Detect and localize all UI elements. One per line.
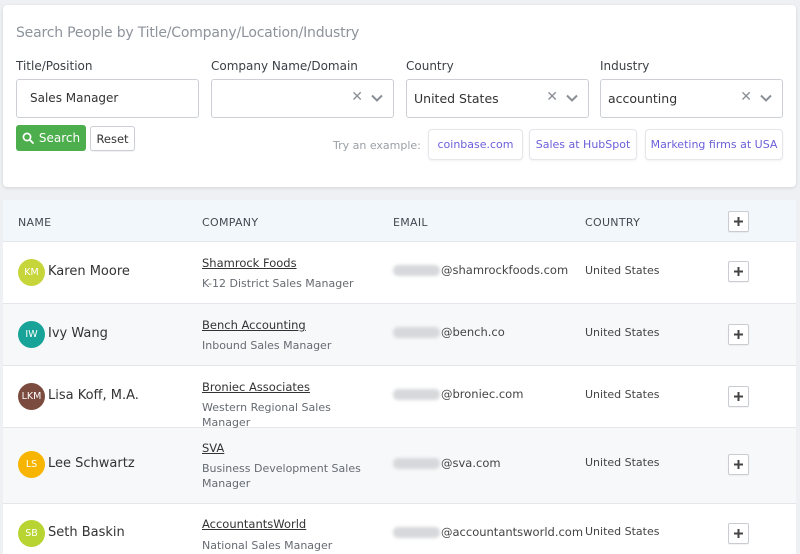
job-title: Business Development Sales Manager — [202, 462, 361, 490]
table-row[interactable]: LS Lee Schwartz SVA Business Development… — [3, 428, 796, 504]
clear-icon[interactable]: ✕ — [351, 89, 363, 105]
column-header-company: COMPANY — [202, 216, 259, 229]
job-title: National Sales Manager — [202, 539, 333, 552]
email-masked — [393, 526, 440, 538]
plus-icon — [734, 330, 743, 339]
clear-icon[interactable]: ✕ — [740, 89, 752, 105]
example-marketing-usa[interactable]: Marketing firms at USA — [645, 129, 783, 160]
search-button[interactable]: Search — [16, 125, 86, 151]
job-title: K-12 District Sales Manager — [202, 277, 354, 290]
company-field-label: Company Name/Domain — [211, 59, 358, 73]
person-name[interactable]: Ivy Wang — [48, 326, 108, 341]
industry-select-value: accounting — [608, 91, 678, 106]
country-select[interactable]: United States ✕ — [406, 79, 589, 118]
company-link[interactable]: AccountantsWorld — [202, 517, 306, 531]
avatar: LKM — [18, 383, 45, 410]
plus-icon — [734, 392, 743, 401]
plus-icon — [734, 267, 743, 276]
country: United States — [585, 264, 660, 277]
email: @accountantsworld.com — [393, 525, 583, 539]
industry-field-label: Industry — [600, 59, 650, 73]
email-domain: @accountantsworld.com — [441, 525, 584, 539]
email: @sva.com — [393, 456, 501, 470]
table-row[interactable]: LKM Lisa Koff, M.A. Broniec Associates W… — [3, 366, 796, 429]
company-link[interactable]: Shamrock Foods — [202, 256, 297, 270]
email-domain: @broniec.com — [441, 387, 524, 401]
reset-button[interactable]: Reset — [90, 126, 135, 151]
chevron-down-icon[interactable] — [759, 91, 773, 105]
company-select[interactable]: ✕ — [211, 79, 394, 118]
avatar: IW — [18, 321, 45, 348]
email: @shamrockfoods.com — [393, 263, 568, 277]
search-heading: Search People by Title/Company/Location/… — [16, 25, 360, 41]
plus-icon — [734, 529, 743, 538]
clear-icon[interactable]: ✕ — [546, 89, 558, 105]
person-name[interactable]: Lisa Koff, M.A. — [48, 388, 139, 403]
title-input[interactable]: Sales Manager — [16, 79, 199, 118]
email-masked — [393, 326, 440, 338]
country: United States — [585, 388, 660, 401]
email-masked — [393, 457, 440, 469]
avatar: SB — [18, 520, 45, 547]
add-contact-button[interactable] — [728, 454, 749, 475]
search-icon — [22, 132, 34, 144]
email-domain: @bench.co — [441, 325, 505, 339]
industry-select[interactable]: accounting ✕ — [600, 79, 783, 118]
email-masked — [393, 264, 440, 276]
plus-icon — [734, 460, 743, 469]
try-example-label: Try an example: — [333, 139, 421, 152]
email-domain: @sva.com — [441, 456, 501, 470]
person-name[interactable]: Karen Moore — [48, 264, 130, 279]
country: United States — [585, 456, 660, 469]
email-masked — [393, 388, 440, 400]
column-header-email: EMAIL — [393, 216, 428, 229]
person-name[interactable]: Seth Baskin — [48, 525, 125, 540]
country-field-label: Country — [406, 59, 454, 73]
table-header: NAME COMPANY EMAIL COUNTRY — [3, 200, 796, 242]
person-name[interactable]: Lee Schwartz — [48, 456, 135, 471]
table-row[interactable]: IW Ivy Wang Bench Accounting Inbound Sal… — [3, 304, 796, 366]
chevron-down-icon[interactable] — [565, 91, 579, 105]
add-contact-button[interactable] — [728, 523, 749, 544]
search-panel: Search People by Title/Company/Location/… — [3, 5, 796, 187]
email: @bench.co — [393, 325, 505, 339]
example-coinbase[interactable]: coinbase.com — [428, 129, 523, 160]
table-row[interactable]: KM Karen Moore Shamrock Foods K-12 Distr… — [3, 242, 796, 304]
example-hubspot[interactable]: Sales at HubSpot — [529, 129, 637, 160]
email: @broniec.com — [393, 387, 523, 401]
column-header-country: COUNTRY — [585, 216, 641, 229]
country: United States — [585, 525, 660, 538]
title-field-label: Title/Position — [16, 59, 93, 73]
add-contact-button[interactable] — [728, 324, 749, 345]
chevron-down-icon[interactable] — [370, 91, 384, 105]
column-header-name: NAME — [18, 216, 52, 229]
add-column-button[interactable] — [728, 211, 749, 232]
avatar: KM — [18, 259, 45, 286]
table-row[interactable]: SB Seth Baskin AccountantsWorld National… — [3, 504, 796, 554]
country: United States — [585, 326, 660, 339]
company-link[interactable]: Broniec Associates — [202, 380, 310, 394]
results-table: NAME COMPANY EMAIL COUNTRY KM Karen Moor… — [3, 200, 796, 554]
email-domain: @shamrockfoods.com — [441, 263, 569, 277]
add-contact-button[interactable] — [728, 261, 749, 282]
plus-icon — [734, 217, 743, 226]
country-select-value: United States — [414, 91, 499, 106]
company-link[interactable]: SVA — [202, 441, 224, 455]
job-title: Western Regional Sales Manager — [202, 401, 331, 429]
add-contact-button[interactable] — [728, 386, 749, 407]
company-link[interactable]: Bench Accounting — [202, 318, 306, 332]
search-button-label: Search — [38, 131, 81, 145]
title-input-value: Sales Manager — [30, 91, 119, 105]
avatar: LS — [18, 451, 45, 478]
job-title: Inbound Sales Manager — [202, 339, 332, 352]
